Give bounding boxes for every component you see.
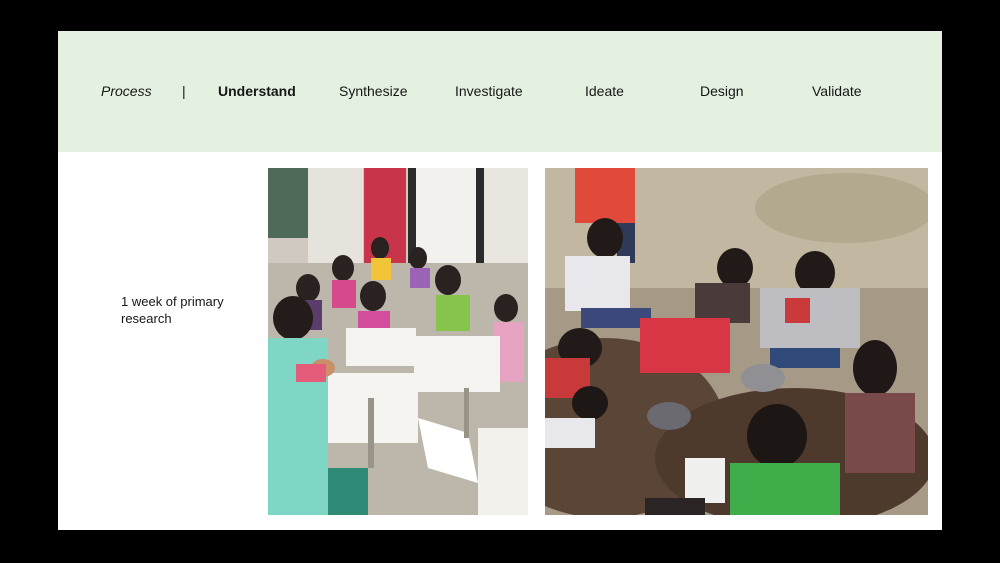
classroom-scene-illustration <box>268 168 528 515</box>
presentation-slide: Process | Understand Synthesize Investig… <box>58 31 942 530</box>
outdoor-activity-photo <box>545 168 928 515</box>
nav-step-ideate[interactable]: Ideate <box>585 82 624 100</box>
nav-step-validate[interactable]: Validate <box>812 82 862 100</box>
nav-step-understand[interactable]: Understand <box>218 82 296 100</box>
classroom-activity-photo <box>268 168 528 515</box>
nav-step-synthesize[interactable]: Synthesize <box>339 82 407 100</box>
process-label: Process <box>101 83 152 99</box>
outdoor-scene-illustration <box>545 168 928 515</box>
research-caption: 1 week of primary research <box>121 294 224 326</box>
nav-separator: | <box>182 83 186 99</box>
nav-step-design[interactable]: Design <box>700 82 744 100</box>
nav-step-investigate[interactable]: Investigate <box>455 82 523 100</box>
process-nav: Process | Understand Synthesize Investig… <box>58 31 942 152</box>
